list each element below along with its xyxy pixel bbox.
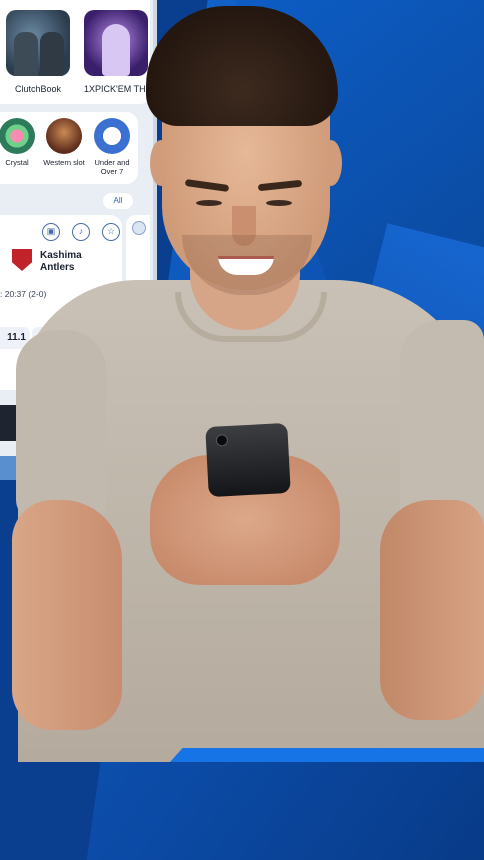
arm — [380, 500, 484, 720]
sleeve — [400, 320, 484, 520]
eye — [266, 200, 292, 206]
man-with-phone-photo — [0, 0, 484, 762]
sleeve — [16, 330, 106, 520]
eye — [196, 200, 222, 206]
smartphone — [205, 422, 291, 498]
hair — [146, 6, 338, 126]
accent-strip — [170, 748, 484, 762]
arm — [12, 500, 122, 730]
camera-lens — [215, 434, 229, 447]
